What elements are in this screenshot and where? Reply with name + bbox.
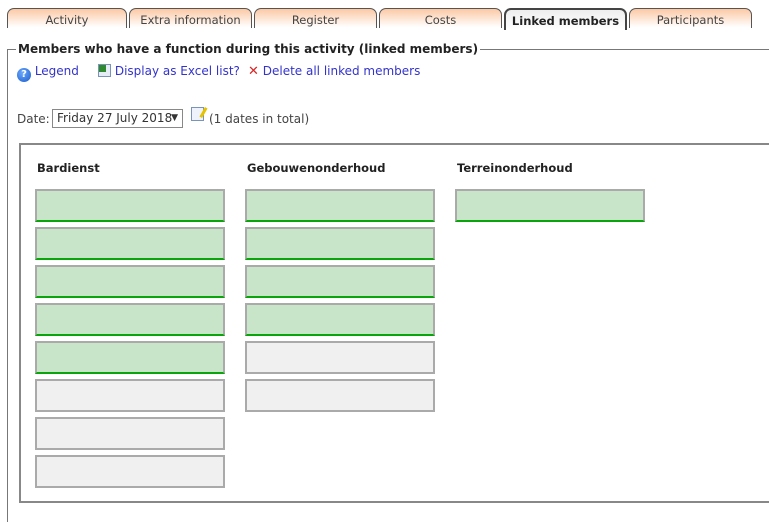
function-title: Bardienst — [37, 161, 100, 175]
member-slot-filled[interactable] — [245, 303, 435, 336]
tab-participants[interactable]: Participants — [629, 8, 752, 28]
tab-linked-members[interactable]: Linked members — [504, 8, 627, 30]
excel-label: Display as Excel list? — [114, 64, 240, 78]
member-slot-filled[interactable] — [245, 189, 435, 222]
member-slot-empty[interactable] — [35, 455, 225, 488]
date-total: (1 dates in total) — [209, 112, 310, 126]
function-title: Terreinonderhoud — [457, 161, 573, 175]
tab-activity[interactable]: Activity — [7, 8, 127, 28]
legend-link[interactable]: ? Legend — [17, 64, 79, 82]
functions-board: Bardienst Gebouwenonderhoud Terreinonderho… — [19, 143, 769, 503]
tab-costs[interactable]: Costs — [379, 8, 502, 28]
function-title: Gebouwenonderhoud — [247, 161, 386, 175]
member-slot-filled[interactable] — [245, 227, 435, 260]
date-selected-value: Friday 27 July 2018 — [57, 111, 173, 125]
member-slot-filled[interactable] — [245, 265, 435, 298]
member-slot-empty[interactable] — [245, 379, 435, 412]
member-slot-filled[interactable] — [35, 265, 225, 298]
dropdown-arrow-icon: ▼ — [171, 113, 178, 123]
member-slot-empty[interactable] — [35, 417, 225, 450]
edit-dates-icon[interactable] — [191, 107, 204, 121]
member-slot-filled[interactable] — [35, 341, 225, 374]
delete-all-link[interactable]: ✕ Delete all linked members — [248, 64, 420, 79]
legend-label: Legend — [34, 64, 79, 78]
tab-register[interactable]: Register — [254, 8, 377, 28]
member-slot-filled[interactable] — [455, 189, 645, 222]
member-slot-filled[interactable] — [35, 303, 225, 336]
member-slot-empty[interactable] — [245, 341, 435, 374]
help-icon: ? — [17, 68, 31, 82]
excel-link[interactable]: Display as Excel list? — [98, 64, 240, 78]
member-slot-empty[interactable] — [35, 379, 225, 412]
member-slot-filled[interactable] — [35, 227, 225, 260]
date-label: Date: — [17, 112, 50, 126]
delete-label: Delete all linked members — [262, 64, 421, 78]
tab-extra-information[interactable]: Extra information — [129, 8, 252, 28]
section-legend: Members who have a function during this … — [18, 42, 479, 56]
excel-icon — [98, 64, 111, 77]
date-select[interactable]: Friday 27 July 2018 ▼ — [52, 109, 183, 128]
member-slot-filled[interactable] — [35, 189, 225, 222]
delete-icon: ✕ — [248, 64, 259, 79]
